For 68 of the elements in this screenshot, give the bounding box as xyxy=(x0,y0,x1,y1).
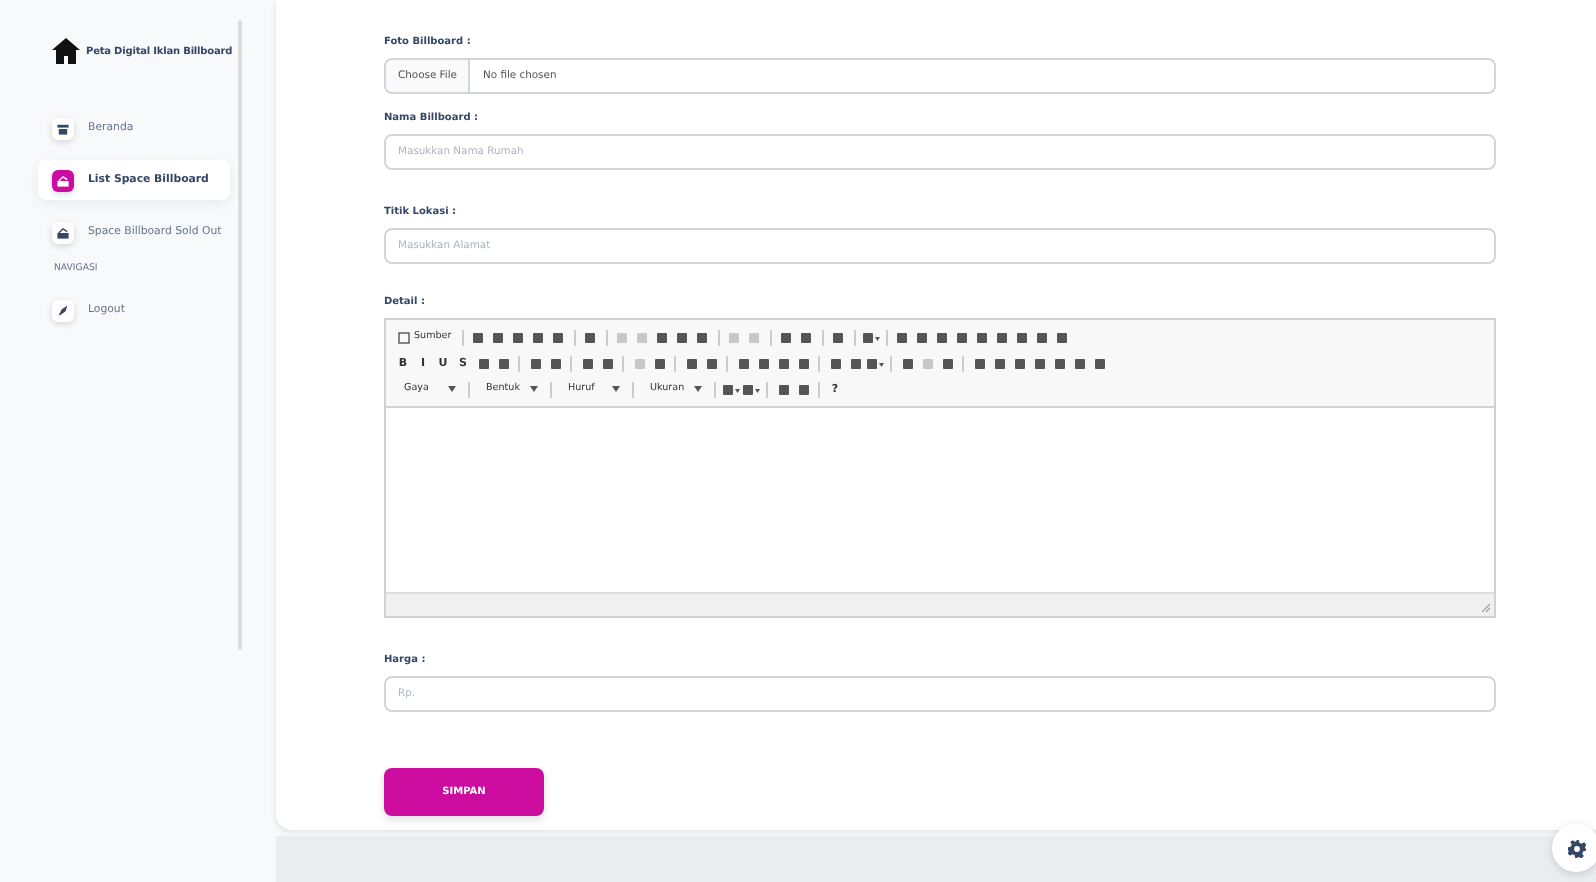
square-icon xyxy=(492,331,505,343)
caret-icon xyxy=(694,386,702,392)
shop-icon xyxy=(56,121,70,135)
toolbar-button[interactable] xyxy=(861,327,880,347)
toolbar-button[interactable] xyxy=(866,353,884,373)
square-icon xyxy=(705,357,717,369)
square-icon xyxy=(696,331,709,343)
square-icon xyxy=(728,331,741,343)
square-icon xyxy=(797,357,809,369)
square-icon xyxy=(1073,357,1085,369)
square-icon xyxy=(757,357,769,369)
square-icon xyxy=(901,357,913,369)
square-icon xyxy=(936,331,949,343)
square-icon xyxy=(777,357,789,369)
square-icon xyxy=(896,331,909,343)
square-icon xyxy=(636,331,649,343)
square-icon xyxy=(956,331,969,343)
square-icon xyxy=(497,357,509,369)
square-icon xyxy=(777,383,789,395)
square-icon xyxy=(472,331,485,343)
square-icon xyxy=(477,357,489,369)
square-icon xyxy=(832,331,845,343)
square-icon xyxy=(676,331,689,343)
square-icon xyxy=(1013,357,1025,369)
square-icon xyxy=(1053,357,1065,369)
caret-icon xyxy=(612,386,620,392)
square-icon xyxy=(916,331,929,343)
dropdown-icon xyxy=(866,357,884,369)
square-icon xyxy=(584,331,597,343)
square-icon xyxy=(993,357,1005,369)
square-icon xyxy=(1016,331,1029,343)
square-icon xyxy=(529,357,541,369)
square-icon xyxy=(976,331,989,343)
square-icon xyxy=(1036,331,1049,343)
square-icon xyxy=(512,331,525,343)
square-icon xyxy=(973,357,985,369)
square-icon xyxy=(616,331,629,343)
square-icon xyxy=(656,331,669,343)
caret-icon xyxy=(448,386,456,392)
dropdown-icon xyxy=(861,331,880,343)
square-icon xyxy=(829,357,841,369)
document-icon xyxy=(398,331,410,343)
square-icon xyxy=(941,357,953,369)
square-icon xyxy=(921,357,933,369)
square-icon xyxy=(581,357,593,369)
caret-icon xyxy=(530,386,538,392)
toolbar-button[interactable] xyxy=(722,379,740,399)
square-icon xyxy=(552,331,565,343)
square-icon xyxy=(849,357,861,369)
square-icon xyxy=(532,331,545,343)
square-icon xyxy=(800,331,813,343)
settings-icon xyxy=(1567,839,1585,857)
square-icon xyxy=(748,331,761,343)
square-icon xyxy=(780,331,793,343)
square-icon xyxy=(797,383,809,395)
toolbar-button[interactable] xyxy=(742,379,760,399)
square-icon xyxy=(996,331,1009,343)
square-icon xyxy=(549,357,561,369)
square-icon xyxy=(601,357,613,369)
square-icon xyxy=(1056,331,1069,343)
square-icon xyxy=(1093,357,1105,369)
square-icon xyxy=(1033,357,1045,369)
square-icon xyxy=(653,357,665,369)
resize-handle-icon[interactable] xyxy=(1482,604,1490,612)
square-icon xyxy=(633,357,645,369)
square-icon xyxy=(685,357,697,369)
home-icon xyxy=(52,38,80,64)
square-icon xyxy=(737,357,749,369)
